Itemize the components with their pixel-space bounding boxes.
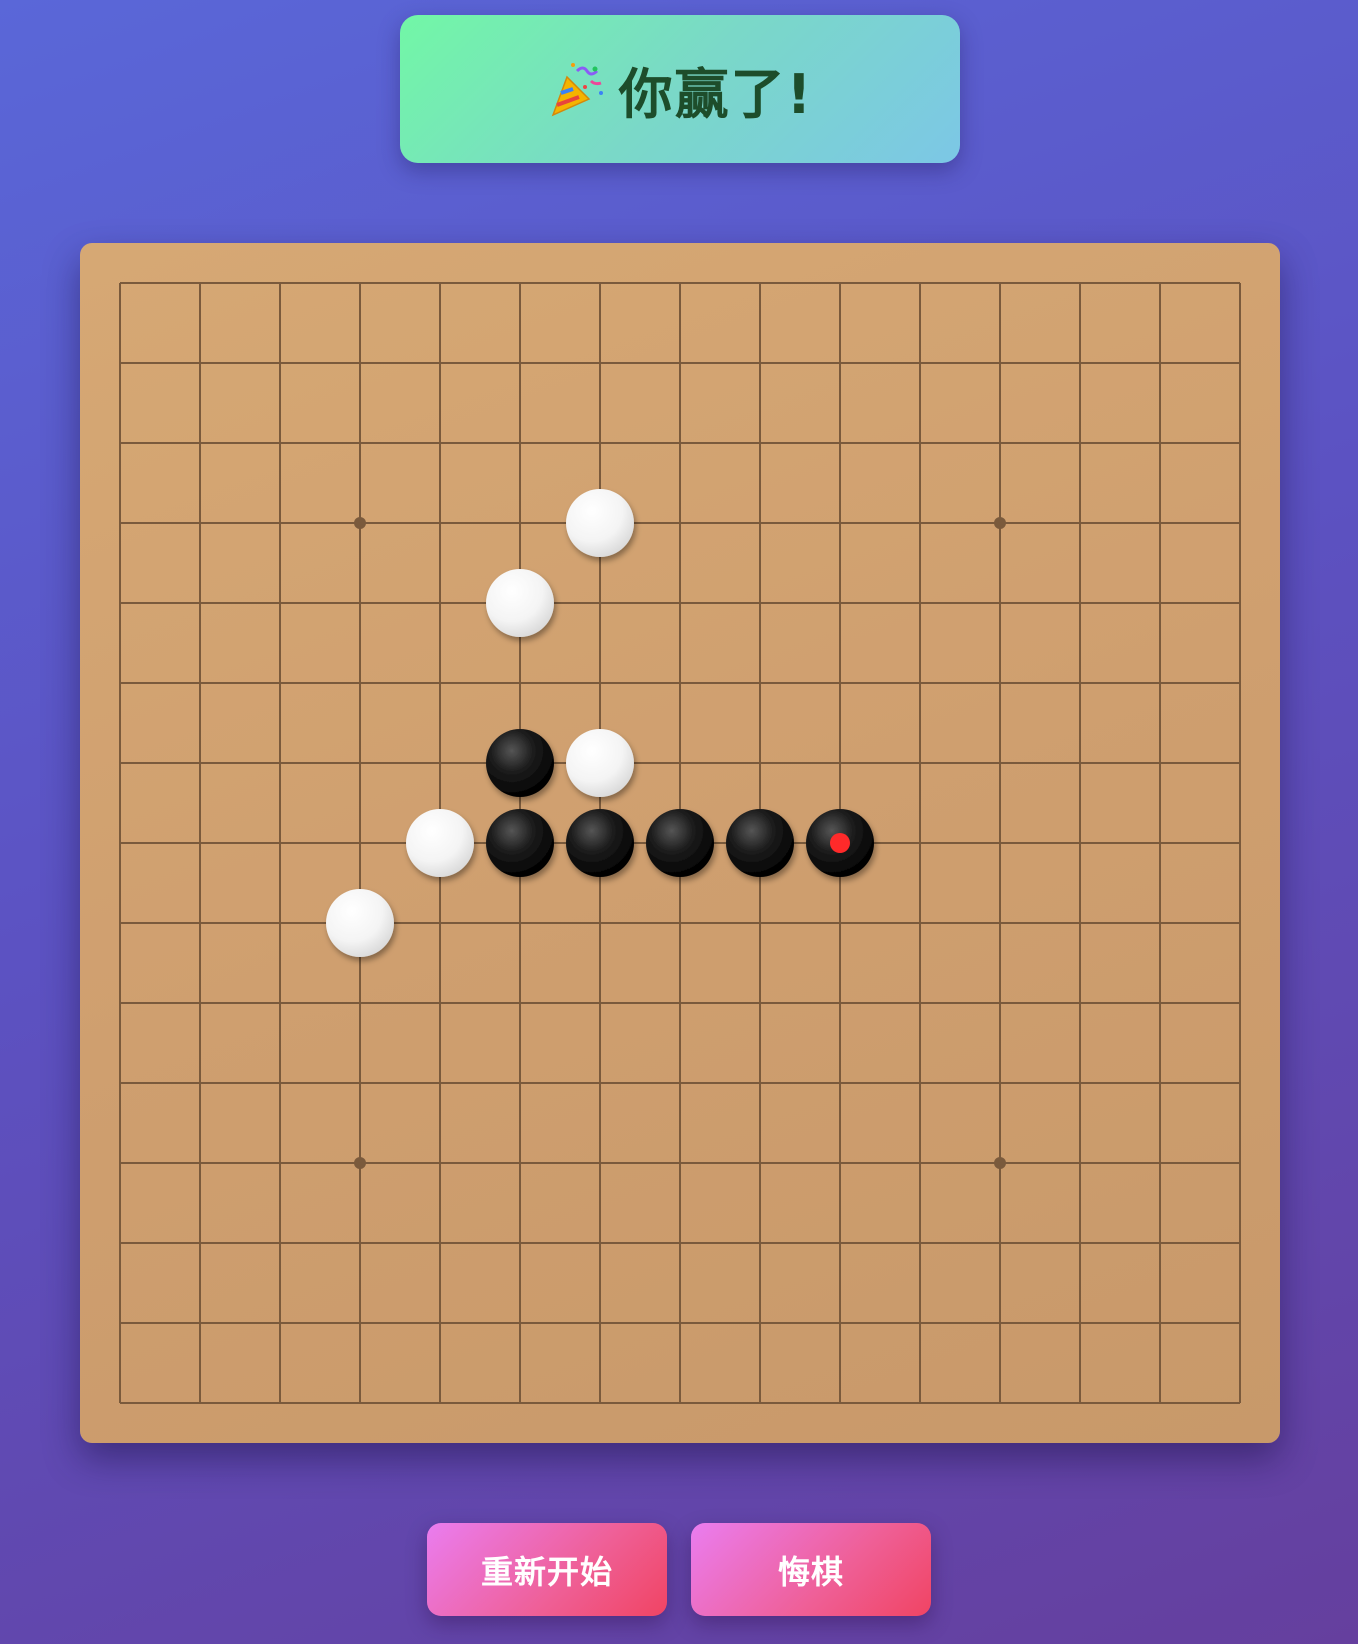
star-point	[354, 517, 366, 529]
white-stone	[486, 569, 554, 637]
white-stone	[326, 889, 394, 957]
last-move-marker	[830, 833, 850, 853]
black-stone	[726, 809, 794, 877]
win-status-text: 你赢了!	[618, 62, 814, 126]
star-point	[994, 517, 1006, 529]
black-stone	[486, 729, 554, 797]
star-point	[354, 1157, 366, 1169]
game-controls: 重新开始 悔棋	[0, 1523, 1358, 1616]
win-status-banner: 你赢了!	[400, 15, 960, 163]
white-stone	[566, 489, 634, 557]
star-point	[994, 1157, 1006, 1169]
black-stone	[486, 809, 554, 877]
black-stone	[806, 809, 874, 877]
black-stone	[566, 809, 634, 877]
party-popper-icon	[547, 59, 607, 119]
white-stone	[566, 729, 634, 797]
board-canvas[interactable]	[80, 243, 1280, 1443]
white-stone	[406, 809, 474, 877]
black-stone	[646, 809, 714, 877]
restart-button[interactable]: 重新开始	[427, 1523, 667, 1616]
undo-button[interactable]: 悔棋	[691, 1523, 931, 1616]
gomoku-board[interactable]	[80, 243, 1280, 1443]
